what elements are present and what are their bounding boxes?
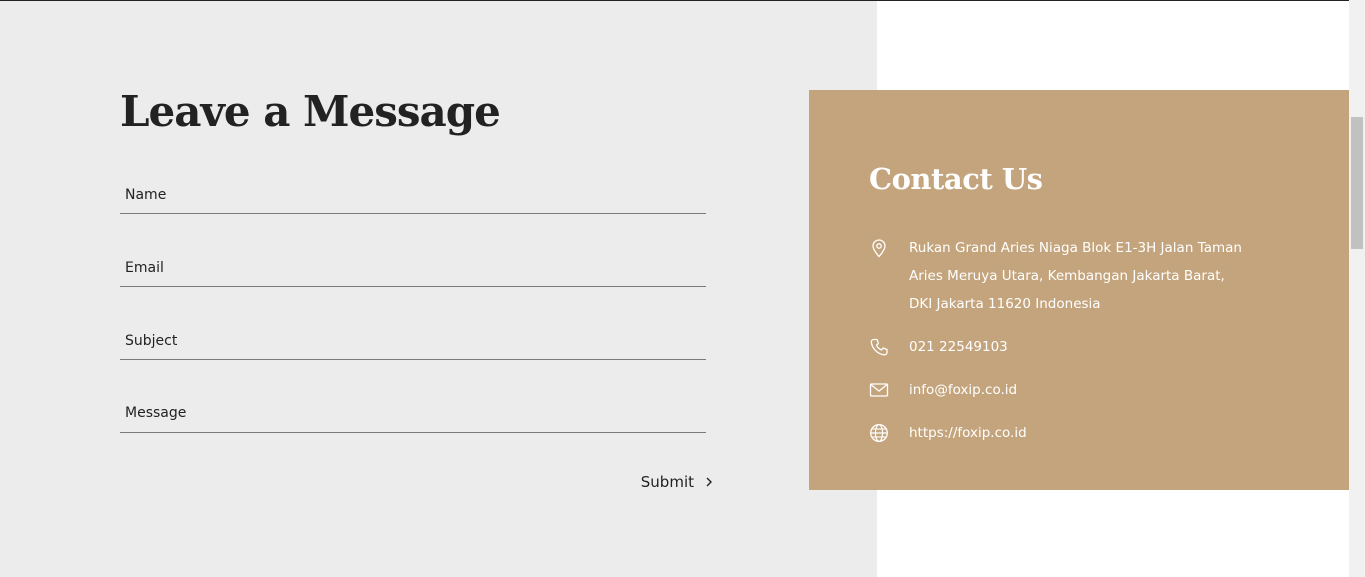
phone-icon — [869, 337, 889, 357]
page-scrollbar[interactable] — [1349, 0, 1365, 577]
address-line-3: DKI Jakarta 11620 Indonesia — [909, 296, 1101, 312]
scrollbar-thumb[interactable] — [1351, 117, 1363, 249]
name-field — [120, 177, 706, 214]
phone-text: 021 22549103 — [909, 339, 1008, 355]
form-title: Leave a Message — [120, 87, 501, 136]
website-row: https://foxip.co.id — [869, 419, 1027, 447]
name-input[interactable] — [120, 177, 706, 213]
page: Leave a Message Submit Contact Us — [0, 0, 1365, 577]
message-field — [120, 396, 706, 433]
chevron-right-icon — [706, 477, 712, 487]
address-line-2: Aries Meruya Utara, Kembangan Jakarta Ba… — [909, 268, 1225, 284]
contact-title: Contact Us — [869, 162, 1043, 196]
address-text: Rukan Grand Aries Niaga Blok E1-3H Jalan… — [909, 234, 1242, 318]
submit-label: Submit — [640, 473, 694, 491]
email-link[interactable]: info@foxip.co.id — [909, 376, 1017, 404]
globe-icon — [869, 423, 889, 443]
website-link[interactable]: https://foxip.co.id — [909, 419, 1027, 447]
subject-input[interactable] — [120, 323, 706, 359]
mail-icon — [869, 380, 889, 400]
message-form-section: Leave a Message Submit — [0, 1, 877, 577]
submit-button[interactable]: Submit — [628, 470, 714, 494]
address-row: Rukan Grand Aries Niaga Blok E1-3H Jalan… — [869, 234, 1242, 318]
email-field — [120, 250, 706, 287]
email-input[interactable] — [120, 250, 706, 286]
subject-field — [120, 323, 706, 360]
email-row: info@foxip.co.id — [869, 376, 1017, 404]
message-input[interactable] — [120, 396, 706, 432]
address-line-1: Rukan Grand Aries Niaga Blok E1-3H Jalan… — [909, 240, 1242, 256]
contact-card: Contact Us Rukan Grand Aries Niaga Blok … — [809, 90, 1349, 490]
location-pin-icon — [869, 238, 889, 258]
phone-row: 021 22549103 — [869, 333, 1008, 361]
